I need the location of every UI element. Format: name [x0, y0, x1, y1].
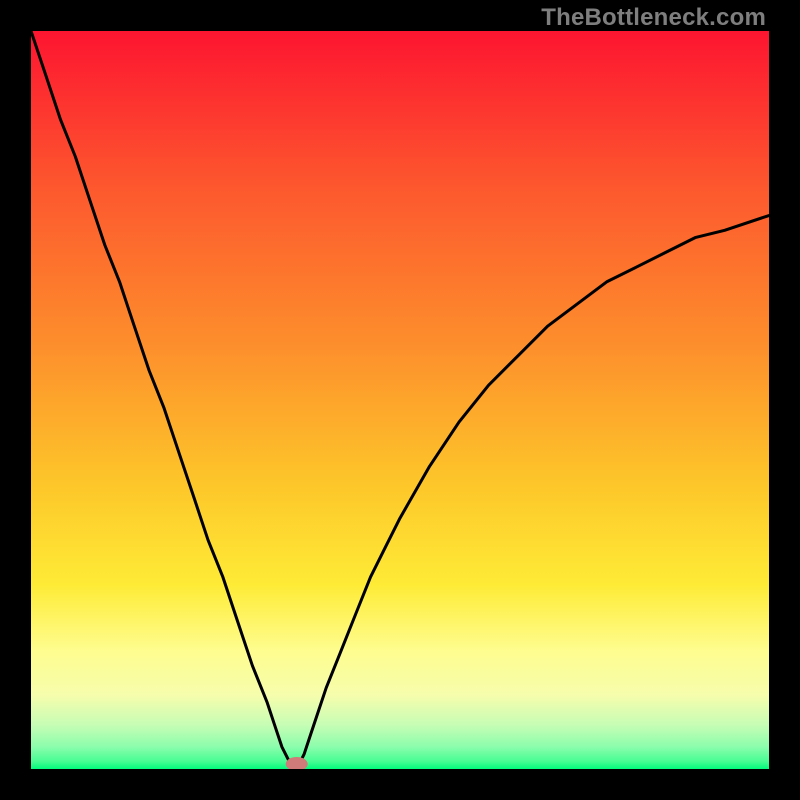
gradient-background [31, 31, 769, 769]
plot-area [31, 31, 769, 769]
plot-svg [31, 31, 769, 769]
chart-frame: TheBottleneck.com [0, 0, 800, 800]
watermark-text: TheBottleneck.com [541, 4, 766, 32]
